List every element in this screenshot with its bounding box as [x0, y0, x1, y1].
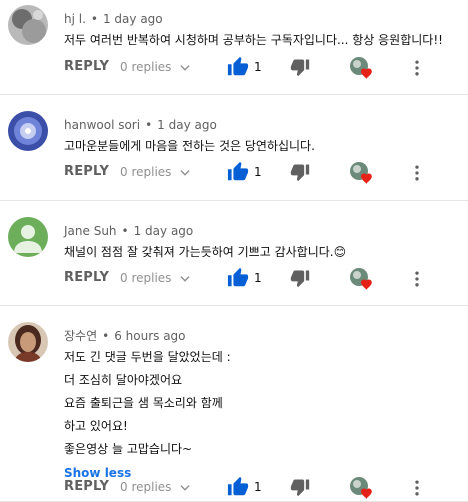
replies-count[interactable]: 0 replies: [120, 271, 171, 285]
creator-heart-icon[interactable]: [349, 476, 375, 500]
comment: hanwool sori • 1 day ago 고마운분들에게 마음을 전하는 것…: [0, 95, 468, 201]
reply-button[interactable]: REPLY: [64, 479, 109, 494]
replies-count[interactable]: 0 replies: [120, 165, 171, 179]
thumbs-up-icon[interactable]: [227, 476, 249, 498]
thumbs-down-icon[interactable]: [290, 57, 310, 77]
creator-heart-icon[interactable]: [349, 161, 375, 185]
chevron-down-icon[interactable]: [178, 61, 192, 75]
like-count: 1: [254, 480, 262, 494]
comment-time[interactable]: 1 day ago: [103, 12, 163, 26]
chevron-down-icon[interactable]: [178, 166, 192, 180]
chevron-down-icon[interactable]: [178, 272, 192, 286]
thumbs-down-icon[interactable]: [290, 268, 310, 288]
author-name[interactable]: 장수연: [64, 329, 97, 343]
reply-button[interactable]: REPLY: [64, 59, 109, 74]
author-name[interactable]: hanwool sori: [64, 118, 140, 132]
thumbs-up-icon[interactable]: [227, 56, 249, 78]
comment-text: 채널이 점점 잘 갖춰져 가는듯하여 기쁘고 감사합니다.😊: [64, 245, 347, 259]
avatar[interactable]: [8, 217, 48, 257]
comment-meta: hj l. • 1 day ago: [64, 12, 163, 26]
chevron-down-icon[interactable]: [178, 481, 192, 495]
comment-time[interactable]: 1 day ago: [134, 224, 194, 238]
replies-count[interactable]: 0 replies: [120, 60, 171, 74]
comment-meta: 장수연 • 6 hours ago: [64, 329, 186, 343]
like-count: 1: [254, 60, 262, 74]
comment-meta: Jane Suh • 1 day ago: [64, 224, 194, 238]
comment-text: 저도 긴 댓글 두번을 달았었는데 : 더 조심히 달아야겠어요 요즘 출퇴근을…: [64, 350, 231, 456]
comment-text: 저두 여러번 반복하여 시청하며 공부하는 구독자입니다... 항상 응원합니다…: [64, 33, 443, 47]
creator-heart-icon[interactable]: [349, 267, 375, 291]
comment-time[interactable]: 1 day ago: [157, 118, 217, 132]
thumbs-up-icon[interactable]: [227, 267, 249, 289]
comment-time[interactable]: 6 hours ago: [114, 329, 185, 343]
comment-text: 고마운분들에게 마음을 전하는 것은 당연하십니다.: [64, 139, 315, 153]
reply-button[interactable]: REPLY: [64, 270, 109, 285]
comment: 장수연 • 6 hours ago 저도 긴 댓글 두번을 달았었는데 : 더 조심…: [0, 306, 468, 502]
avatar[interactable]: [8, 111, 48, 151]
author-name[interactable]: Jane Suh: [64, 224, 117, 238]
thumbs-down-icon[interactable]: [290, 477, 310, 497]
more-vert-icon[interactable]: [407, 269, 427, 289]
reply-button[interactable]: REPLY: [64, 164, 109, 179]
more-vert-icon[interactable]: [407, 163, 427, 183]
comment: hj l. • 1 day ago 저두 여러번 반복하여 시청하며 공부하는 구독…: [0, 0, 468, 95]
avatar[interactable]: [8, 5, 48, 45]
comment: Jane Suh • 1 day ago 채널이 점점 잘 갖춰져 가는듯하여 기쁘…: [0, 201, 468, 306]
creator-heart-icon[interactable]: [349, 56, 375, 80]
replies-count[interactable]: 0 replies: [120, 480, 171, 494]
thumbs-up-icon[interactable]: [227, 161, 249, 183]
like-count: 1: [254, 165, 262, 179]
like-count: 1: [254, 271, 262, 285]
comment-meta: hanwool sori • 1 day ago: [64, 118, 217, 132]
avatar[interactable]: [8, 322, 48, 362]
author-name[interactable]: hj l.: [64, 12, 86, 26]
more-vert-icon[interactable]: [407, 478, 427, 498]
thumbs-down-icon[interactable]: [290, 162, 310, 182]
more-vert-icon[interactable]: [407, 58, 427, 78]
